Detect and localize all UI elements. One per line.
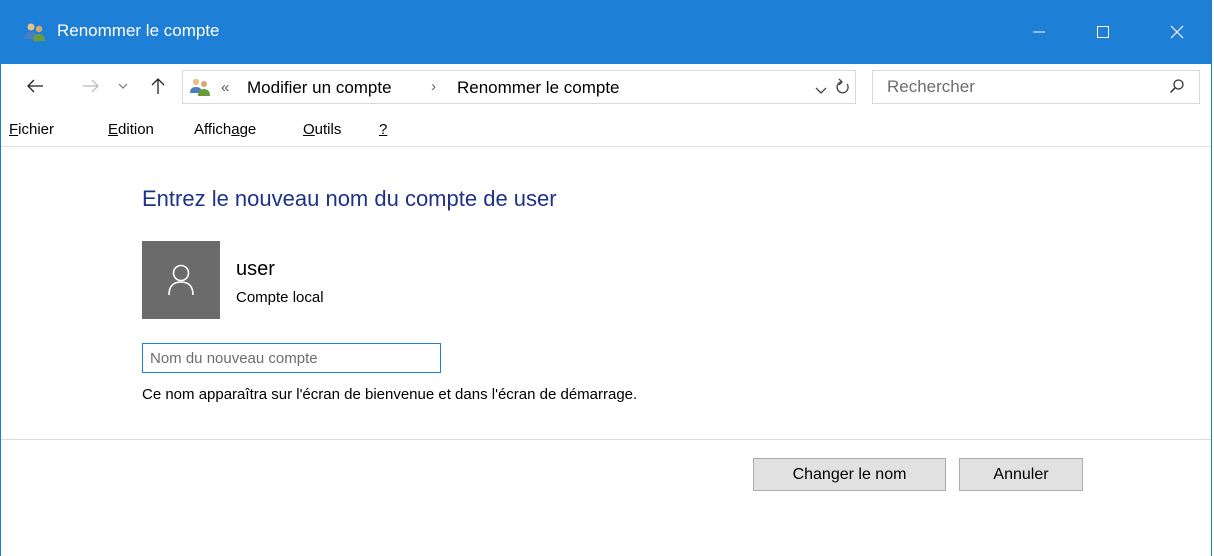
avatar xyxy=(142,241,220,319)
arrow-right-icon xyxy=(83,79,99,93)
navigation-bar: « Modifier un compte › Renommer le compt… xyxy=(1,64,1211,110)
window: Renommer le compte « Modifier un compte … xyxy=(0,0,1212,556)
user-icon xyxy=(168,264,194,296)
refresh-button[interactable] xyxy=(835,77,853,97)
breadcrumb-modifier-compte[interactable]: Modifier un compte xyxy=(247,78,392,98)
menu-outils[interactable]: Outils xyxy=(303,121,341,138)
menu-label: ichier xyxy=(18,121,55,138)
menu-mnemonic: a xyxy=(231,121,240,138)
breadcrumb-separator[interactable]: › xyxy=(431,78,436,95)
divider xyxy=(1,439,1211,440)
menu-mnemonic: ? xyxy=(379,121,388,138)
menu-label: ge xyxy=(239,121,257,138)
chevron-down-icon xyxy=(815,87,827,94)
up-button[interactable] xyxy=(146,74,170,98)
maximize-button[interactable] xyxy=(1073,0,1133,64)
menu-affichage[interactable]: Affichage xyxy=(194,121,256,138)
window-title: Renommer le compte xyxy=(57,21,220,40)
menu-fichier[interactable]: Fichier xyxy=(9,121,54,138)
search-input[interactable] xyxy=(873,71,1177,103)
new-name-field[interactable] xyxy=(142,343,441,373)
forward-button[interactable] xyxy=(79,74,103,98)
breadcrumb-overflow[interactable]: « xyxy=(221,79,229,96)
search-icon[interactable] xyxy=(1169,78,1185,99)
helper-text: Ce nom apparaîtra sur l'écran de bienven… xyxy=(142,386,638,403)
recent-locations-button[interactable] xyxy=(115,74,131,98)
search-box[interactable] xyxy=(872,70,1200,104)
minimize-button[interactable] xyxy=(1009,0,1069,64)
address-history-button[interactable] xyxy=(815,81,827,99)
menu-help[interactable]: ? xyxy=(379,121,387,138)
arrow-left-icon xyxy=(27,79,43,93)
account-name: user xyxy=(236,258,275,280)
address-bar[interactable]: « Modifier un compte › Renommer le compt… xyxy=(182,70,856,104)
maximize-icon xyxy=(1097,26,1109,38)
menu-edition[interactable]: Edition xyxy=(108,121,154,138)
users-icon xyxy=(23,22,47,42)
cancel-button[interactable]: Annuler xyxy=(959,458,1083,491)
breadcrumb-renommer-compte[interactable]: Renommer le compte xyxy=(457,78,620,98)
menu-label: dition xyxy=(118,121,154,138)
back-button[interactable] xyxy=(23,74,47,98)
menu-mnemonic: F xyxy=(9,121,19,138)
menu-mnemonic: O xyxy=(303,121,315,138)
account-type: Compte local xyxy=(236,289,324,306)
refresh-icon xyxy=(836,78,849,94)
menu-label: Affich xyxy=(194,121,232,138)
close-icon xyxy=(1170,25,1184,39)
menu-label: utils xyxy=(314,121,342,138)
menu-mnemonic: E xyxy=(108,121,119,138)
page-title: Entrez le nouveau nom du compte de user xyxy=(142,186,557,211)
users-icon xyxy=(189,77,211,97)
arrow-up-icon xyxy=(151,78,165,94)
title-bar: Renommer le compte xyxy=(1,0,1211,64)
chevron-down-icon xyxy=(118,83,128,89)
menu-bar: Fichier Edition Affichage Outils ? xyxy=(1,110,1211,147)
minimize-icon xyxy=(1033,31,1045,33)
close-button[interactable] xyxy=(1147,0,1207,64)
rename-button[interactable]: Changer le nom xyxy=(753,458,946,491)
